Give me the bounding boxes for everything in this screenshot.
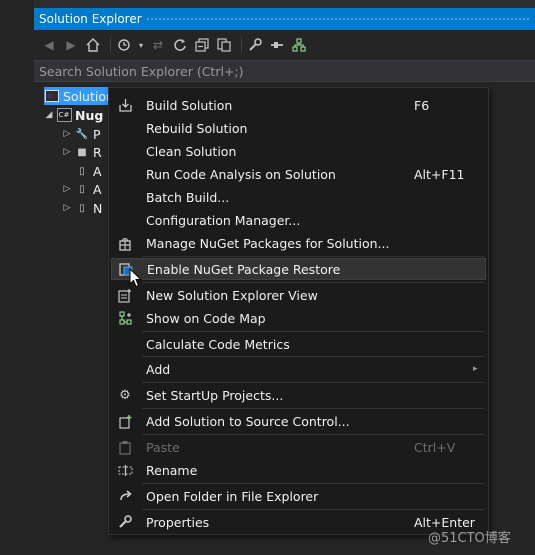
menu-separator	[142, 408, 485, 409]
expand-arrow-icon[interactable]: ▷	[60, 129, 74, 139]
menu-separator	[142, 331, 485, 332]
forward-icon[interactable]: ▶	[62, 36, 80, 54]
menu-separator	[142, 356, 485, 357]
rename-icon	[116, 461, 134, 479]
menu-separator	[142, 509, 485, 510]
mouse-cursor-icon	[129, 268, 142, 288]
menu-item-clean-solution[interactable]: Clean Solution	[109, 140, 488, 162]
expand-arrow-icon[interactable]: ▷	[60, 184, 74, 194]
solution-icon	[44, 89, 60, 103]
csharp-project-icon: C#	[56, 108, 72, 122]
pending-changes-icon[interactable]	[268, 36, 286, 54]
menu-item-batch-build[interactable]: Batch Build...	[109, 186, 488, 208]
show-all-files-icon[interactable]	[215, 36, 233, 54]
build-icon	[116, 96, 134, 114]
properties-icon[interactable]	[246, 36, 264, 54]
tree-item-label: A	[93, 181, 102, 197]
gear-icon: ⚙	[119, 387, 131, 403]
wrench-icon: 🔧	[75, 128, 89, 140]
tree-item-label: N	[93, 200, 103, 216]
collapse-all-icon[interactable]	[193, 36, 211, 54]
titlebar-grip	[146, 17, 529, 22]
menu-item-calculate-code-metrics[interactable]: Calculate Code Metrics	[109, 333, 488, 355]
panel-title: Solution Explorer	[39, 12, 142, 26]
solution-context-menu: Build Solution F6 Rebuild Solution Clean…	[108, 87, 489, 535]
menu-item-new-solution-explorer-view[interactable]: New Solution Explorer View	[109, 284, 488, 306]
menu-item-manage-nuget-packages[interactable]: Manage NuGet Packages for Solution...	[109, 232, 488, 254]
paste-icon	[116, 438, 134, 456]
tree-item-label: Nug	[75, 107, 104, 123]
history-icon[interactable]	[115, 36, 133, 54]
file-icon: ▯	[79, 183, 85, 195]
menu-item-enable-nuget-package-restore[interactable]: Enable NuGet Package Restore	[111, 258, 486, 280]
home-icon[interactable]	[84, 36, 102, 54]
open-folder-icon	[116, 487, 134, 505]
submenu-arrow-icon: ▸	[473, 364, 478, 374]
references-icon: ■	[77, 146, 87, 158]
menu-item-paste[interactable]: Paste Ctrl+V	[109, 436, 488, 458]
refresh-icon[interactable]	[171, 36, 189, 54]
new-view-icon	[116, 286, 134, 304]
menu-separator	[142, 483, 485, 484]
source-control-icon	[116, 412, 134, 430]
menu-separator	[142, 434, 485, 435]
menu-separator	[142, 382, 485, 383]
menu-item-add-to-source-control[interactable]: Add Solution to Source Control...	[109, 410, 488, 432]
tree-item-label: Solution	[63, 88, 114, 104]
menu-item-add[interactable]: Add ▸	[109, 358, 488, 380]
sync-icon[interactable]: ⇄	[149, 36, 167, 54]
solution-explorer-titlebar[interactable]: Solution Explorer	[34, 8, 535, 30]
solution-explorer-toolbar: ◀ ▶ ▾ ⇄	[34, 32, 535, 58]
menu-item-set-startup-projects[interactable]: ⚙ Set StartUp Projects...	[109, 384, 488, 406]
left-strip	[0, 0, 34, 555]
menu-item-rename[interactable]: Rename	[109, 459, 488, 481]
expand-arrow-icon[interactable]: ▷	[60, 147, 74, 157]
file-icon: ▯	[79, 165, 85, 177]
tree-item-label: A	[93, 163, 102, 179]
tree-item-label: R	[93, 144, 102, 160]
expand-arrow-icon[interactable]: ▷	[60, 203, 74, 213]
nuget-icon	[116, 234, 134, 252]
code-map-icon[interactable]	[290, 36, 308, 54]
menu-item-configuration-manager[interactable]: Configuration Manager...	[109, 209, 488, 231]
menu-item-open-folder-in-file-explorer[interactable]: Open Folder in File Explorer	[109, 485, 488, 507]
file-icon: ▯	[79, 202, 85, 214]
code-map-icon	[116, 309, 134, 327]
menu-item-build-solution[interactable]: Build Solution F6	[109, 94, 488, 116]
tree-item-label: P	[93, 126, 101, 142]
menu-item-show-on-code-map[interactable]: Show on Code Map	[109, 307, 488, 329]
menu-item-run-code-analysis[interactable]: Run Code Analysis on Solution Alt+F11	[109, 163, 488, 185]
toolbar-separator	[241, 37, 242, 53]
dropdown-icon[interactable]: ▾	[137, 36, 145, 54]
back-icon[interactable]: ◀	[40, 36, 58, 54]
menu-separator	[142, 256, 485, 257]
menu-separator	[142, 282, 485, 283]
search-input[interactable]: Search Solution Explorer (Ctrl+;)	[34, 60, 535, 82]
watermark: @51CTO博客	[428, 531, 511, 546]
search-placeholder: Search Solution Explorer (Ctrl+;)	[39, 63, 244, 79]
toolbar-separator	[110, 37, 111, 53]
menu-item-rebuild-solution[interactable]: Rebuild Solution	[109, 117, 488, 139]
expand-arrow-icon[interactable]: ◢	[42, 110, 56, 120]
wrench-icon	[116, 513, 134, 531]
